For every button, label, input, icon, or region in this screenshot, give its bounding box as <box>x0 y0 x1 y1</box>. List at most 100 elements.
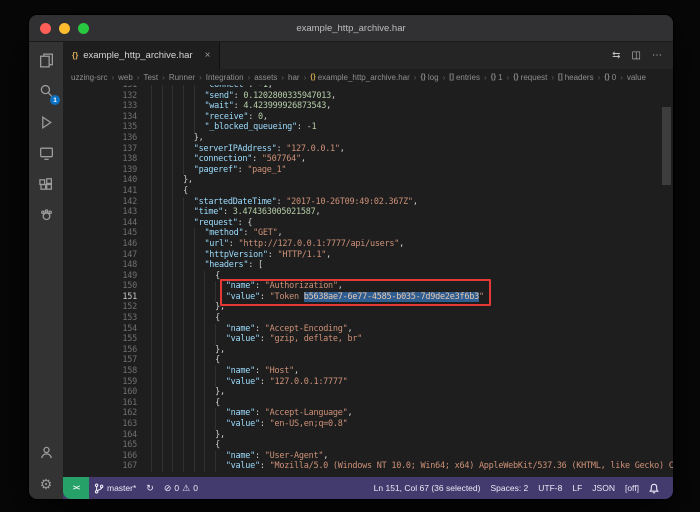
code-line[interactable]: 132"send": 0.1202800335947013, <box>63 91 673 102</box>
open-changes-icon[interactable]: ⇆ <box>612 50 620 61</box>
breadcrumb-item[interactable]: web <box>118 73 133 82</box>
code-line[interactable]: 143"time": 3.474363005021587, <box>63 207 673 218</box>
indent-guide <box>204 398 215 409</box>
code-token: "request" <box>194 218 238 228</box>
code-line[interactable]: 153{ <box>63 313 673 324</box>
code-line[interactable]: 155"value": "gzip, deflate, br" <box>63 334 673 345</box>
notifications-bell[interactable] <box>644 477 664 499</box>
code-line[interactable]: 141{ <box>63 186 673 197</box>
code-line[interactable]: 151"value": "Token b5638ae7-6e77-4585-b0… <box>63 292 673 303</box>
code-token: "en-US,en;q=0.8" <box>270 419 348 429</box>
code-line[interactable]: 154"name": "Accept-Encoding", <box>63 324 673 335</box>
git-branch-item[interactable]: master* <box>89 477 141 499</box>
breadcrumb-item[interactable]: Integration <box>206 73 244 82</box>
tab-example-http-archive[interactable]: {} example_http_archive.har × <box>63 42 220 69</box>
code-token: : <box>260 461 270 471</box>
language-mode[interactable]: JSON <box>587 477 620 499</box>
sync-button[interactable]: ↻ <box>141 477 159 499</box>
remote-indicator[interactable]: >< <box>63 477 89 499</box>
code-token: "HTTP/1.1" <box>277 250 326 260</box>
indent-guide <box>172 144 183 155</box>
explorer-icon[interactable] <box>29 45 63 76</box>
line-content: "receive": 0, <box>151 112 673 123</box>
settings-gear-icon[interactable]: ⚙ <box>29 468 63 499</box>
custom-extension-icon[interactable] <box>29 200 63 231</box>
code-line[interactable]: 167"value": "Mozilla/5.0 (Windows NT 10.… <box>63 461 673 472</box>
breadcrumb-item[interactable]: []entries <box>449 73 480 82</box>
code-line[interactable]: 166"name": "User-Agent", <box>63 451 673 462</box>
close-window-button[interactable] <box>40 23 51 34</box>
breadcrumb-item[interactable]: {}example_http_archive.har <box>310 73 410 82</box>
code-line[interactable]: 162"name": "Accept-Language", <box>63 408 673 419</box>
code-line[interactable]: 136}, <box>63 133 673 144</box>
breadcrumb-separator: › <box>598 73 601 82</box>
split-editor-icon[interactable]: ◫ <box>632 50 641 61</box>
tab-close-icon[interactable]: × <box>205 50 211 61</box>
breadcrumb-item[interactable]: value <box>627 73 646 82</box>
code-line[interactable]: 161{ <box>63 398 673 409</box>
breadcrumb-item[interactable]: {}0 <box>604 73 616 82</box>
code-line[interactable]: 144"request": { <box>63 218 673 229</box>
scrollbar[interactable] <box>661 85 673 477</box>
breadcrumb-item[interactable]: Test <box>143 73 158 82</box>
code-token: "2017-10-26T09:49:02.367Z" <box>286 197 413 207</box>
code-line[interactable]: 133"wait": 4.423999926873543, <box>63 101 673 112</box>
breadcrumb-item[interactable]: {}request <box>513 73 547 82</box>
line-content: "value": "Mozilla/5.0 (Windows NT 10.0; … <box>151 461 673 472</box>
screencast-indicator[interactable]: [off] <box>620 477 644 499</box>
line-content: { <box>151 440 673 451</box>
breadcrumb-item[interactable]: {}log <box>420 73 438 82</box>
code-line[interactable]: 158"name": "Host", <box>63 366 673 377</box>
code-line[interactable]: 147"httpVersion": "HTTP/1.1", <box>63 250 673 261</box>
indent-guide <box>204 408 215 419</box>
breadcrumb-item[interactable]: uzzing-src <box>71 73 107 82</box>
code-line[interactable]: 135"_blocked_queueing": -1 <box>63 122 673 133</box>
remote-explorer-icon[interactable] <box>29 138 63 169</box>
breadcrumb-item[interactable]: assets <box>254 73 277 82</box>
code-line[interactable]: 157{ <box>63 355 673 366</box>
code-line[interactable]: 160}, <box>63 387 673 398</box>
breadcrumb-item[interactable]: []headers <box>558 73 594 82</box>
minimize-window-button[interactable] <box>59 23 70 34</box>
code-line[interactable]: 148"headers": [ <box>63 260 673 271</box>
eol-indicator[interactable]: LF <box>567 477 587 499</box>
breadcrumb-item[interactable]: Runner <box>169 73 195 82</box>
search-icon[interactable]: 1 <box>29 76 63 107</box>
code-line[interactable]: 134"receive": 0, <box>63 112 673 123</box>
code-area[interactable]: 131"connect": -1,132"send": 0.1202800335… <box>63 85 673 472</box>
indent-guide <box>194 250 205 261</box>
code-line[interactable]: 165{ <box>63 440 673 451</box>
code-line[interactable]: 149{ <box>63 271 673 282</box>
indentation-indicator[interactable]: Spaces: 2 <box>485 477 533 499</box>
code-line[interactable]: 142"startedDateTime": "2017-10-26T09:49:… <box>63 197 673 208</box>
scrollbar-thumb[interactable] <box>662 107 671 185</box>
code-token: "value" <box>226 461 260 471</box>
encoding-indicator[interactable]: UTF-8 <box>533 477 567 499</box>
code-line[interactable]: 146"url": "http://127.0.0.1:7777/api/use… <box>63 239 673 250</box>
code-line[interactable]: 137"serverIPAddress": "127.0.0.1", <box>63 144 673 155</box>
code-line[interactable]: 156}, <box>63 345 673 356</box>
code-line[interactable]: 164}, <box>63 430 673 441</box>
indent-guide <box>194 122 205 133</box>
code-line[interactable]: 138"connection": "507764", <box>63 154 673 165</box>
code-line[interactable]: 140}, <box>63 175 673 186</box>
code-token: -1 <box>307 122 317 132</box>
indent-guide <box>151 197 162 208</box>
maximize-window-button[interactable] <box>78 23 89 34</box>
run-debug-icon[interactable] <box>29 107 63 138</box>
breadcrumb-item[interactable]: {}1 <box>491 73 503 82</box>
code-line[interactable]: 163"value": "en-US,en;q=0.8" <box>63 419 673 430</box>
code-line[interactable]: 152}, <box>63 302 673 313</box>
more-actions-icon[interactable]: ⋯ <box>652 50 662 61</box>
editor[interactable]: 131"connect": -1,132"send": 0.1202800335… <box>63 85 673 477</box>
code-line[interactable]: 139"pageref": "page_1" <box>63 165 673 176</box>
code-line[interactable]: 159"value": "127.0.0.1:7777" <box>63 377 673 388</box>
code-line[interactable]: 145"method": "GET", <box>63 228 673 239</box>
accounts-icon[interactable] <box>29 437 63 468</box>
extensions-icon[interactable] <box>29 169 63 200</box>
indent-guide <box>172 440 183 451</box>
breadcrumb-item[interactable]: har <box>288 73 300 82</box>
problems-item[interactable]: ⊘ 0 ⚠ 0 <box>159 477 203 499</box>
cursor-position[interactable]: Ln 151, Col 67 (36 selected) <box>369 477 486 499</box>
code-line[interactable]: 150"name": "Authorization", <box>63 281 673 292</box>
